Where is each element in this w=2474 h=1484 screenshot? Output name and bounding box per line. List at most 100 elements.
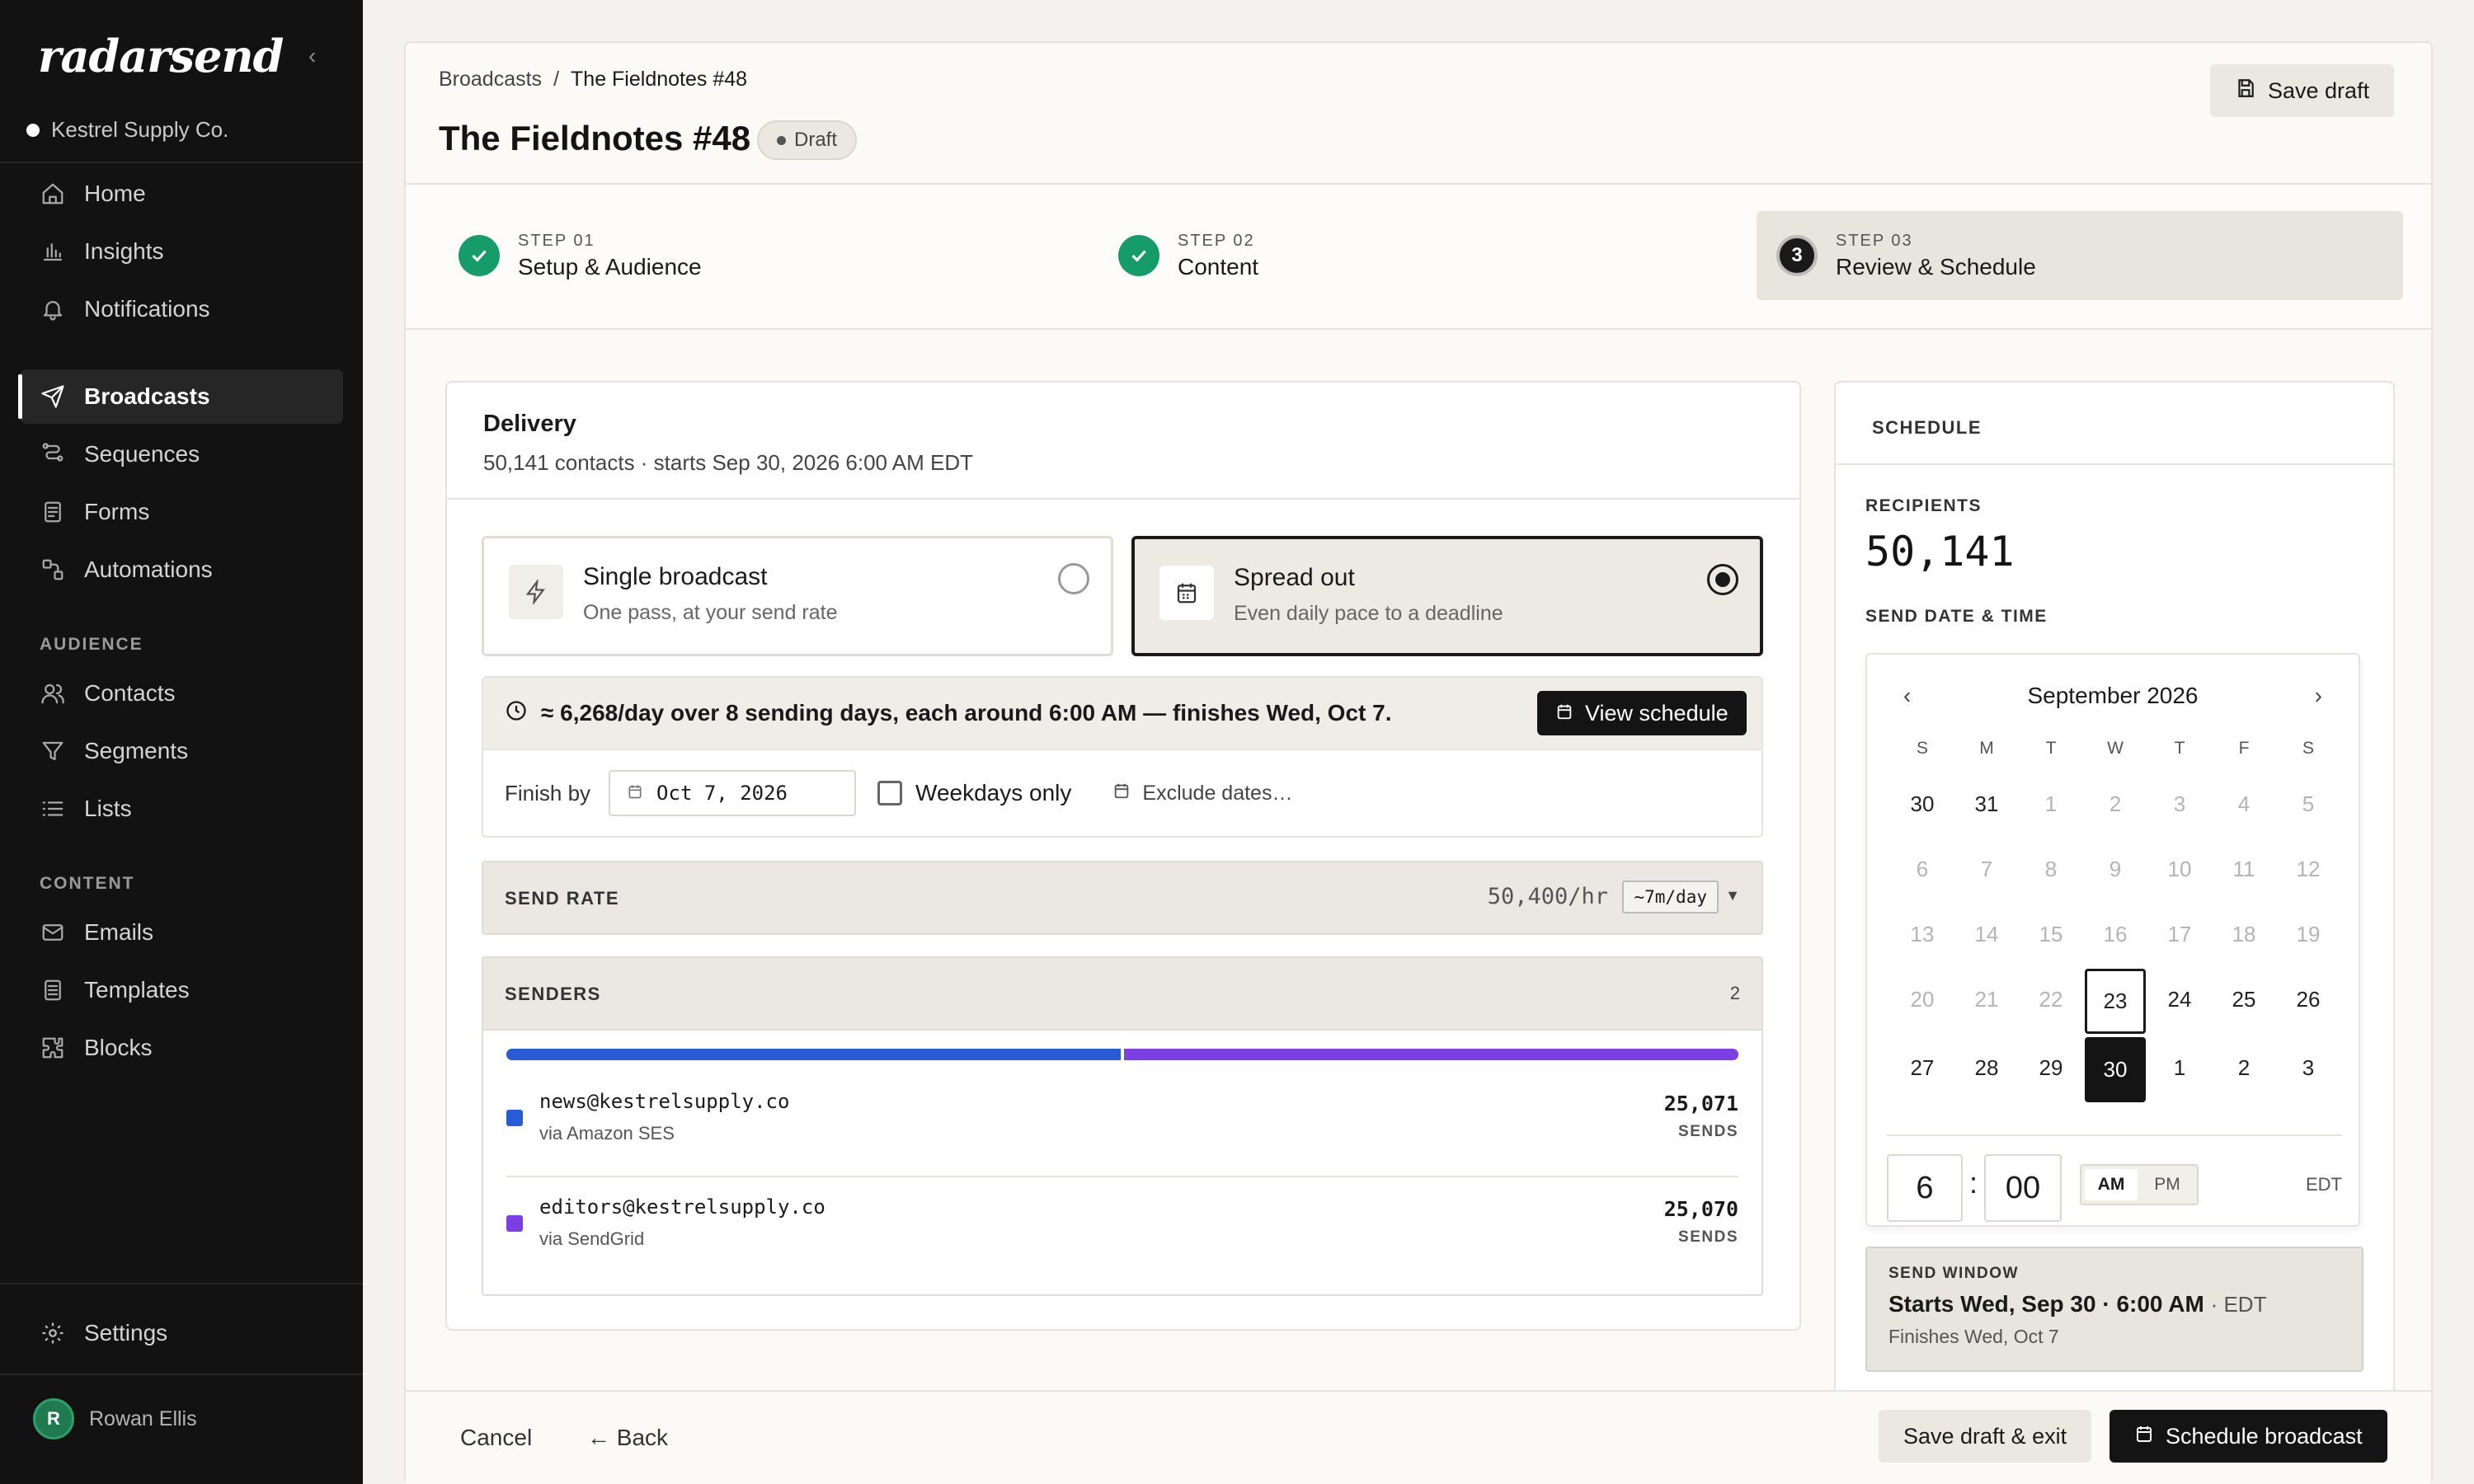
calendar-day[interactable]: 3 xyxy=(2276,1036,2340,1101)
exclude-dates-button[interactable]: Exclude dates… xyxy=(1112,782,1292,805)
back-button[interactable]: ← Back xyxy=(587,1425,668,1451)
spread-summary-text: ≈ 6,268/day over 8 sending days, each ar… xyxy=(541,700,1392,726)
weekday-header: S xyxy=(2302,739,2314,758)
breadcrumb-separator: / xyxy=(553,68,560,91)
sidebar-item-automations[interactable]: Automations xyxy=(20,542,343,597)
app-logo[interactable]: radarsend xyxy=(38,30,284,82)
sidebar-item-label: Templates xyxy=(84,977,190,1003)
send-window-end: Finishes Wed, Oct 7 xyxy=(1888,1326,2059,1347)
minute-input[interactable]: 00 xyxy=(1984,1154,2062,1222)
calendar-day[interactable]: 24 xyxy=(2147,967,2212,1032)
save-draft-button[interactable]: Save draft xyxy=(2210,64,2395,117)
calendar-day[interactable]: 27 xyxy=(1890,1036,1954,1101)
send-rate-row[interactable]: SEND RATE 50,400/hr ~7m/day ▼ xyxy=(482,861,1763,935)
spread-summary-box: ≈ 6,268/day over 8 sending days, each ar… xyxy=(482,676,1763,838)
sender-row: editors@kestrelsupply.co via SendGrid 25… xyxy=(506,1182,1738,1283)
sidebar-item-lists[interactable]: Lists xyxy=(20,782,343,836)
calendar-day: 22 xyxy=(2039,987,2063,1012)
status-badge: Draft xyxy=(757,120,858,160)
sender-color-swatch xyxy=(506,1110,523,1126)
weekdays-only-checkbox[interactable] xyxy=(877,781,903,805)
calendar-day[interactable]: 2 xyxy=(2212,1036,2276,1101)
step-review-schedule[interactable]: 3 STEP 03 Review & Schedule xyxy=(1757,211,2403,300)
calendar-day: 21 xyxy=(1974,987,1999,1012)
pm-option[interactable]: PM xyxy=(2141,1169,2194,1200)
breadcrumb-broadcasts[interactable]: Broadcasts xyxy=(439,68,542,92)
sidebar-item-label: Notifications xyxy=(84,296,210,322)
main-panel: Broadcasts / The Fieldnotes #48 The Fiel… xyxy=(404,41,2433,1484)
step-setup-audience[interactable]: STEP 01 Setup & Audience xyxy=(439,211,702,300)
chevron-right-icon[interactable]: › xyxy=(2315,683,2322,709)
form-icon xyxy=(40,499,66,525)
step-content[interactable]: STEP 02 Content xyxy=(1098,211,1258,300)
calendar-day-selected[interactable]: 30 xyxy=(2085,1037,2146,1102)
finish-by-date-input[interactable]: Oct 7, 2026 xyxy=(609,770,857,816)
sidebar-item-label: Forms xyxy=(84,499,150,524)
sidebar-item-templates[interactable]: Templates xyxy=(20,963,343,1017)
sidebar-item-forms[interactable]: Forms xyxy=(20,485,343,539)
calendar-day[interactable]: 28 xyxy=(1954,1036,2019,1101)
calendar-day[interactable]: 25 xyxy=(2212,967,2276,1032)
schedule-header: SCHEDULE xyxy=(1836,383,2393,465)
single-broadcast-option[interactable]: Single broadcast One pass, at your send … xyxy=(482,536,1113,656)
single-broadcast-radio[interactable] xyxy=(1058,563,1089,594)
send-window-label: SEND WINDOW xyxy=(1888,1265,2019,1282)
calendar-day: 1 xyxy=(2044,791,2058,816)
sidebar-item-home[interactable]: Home xyxy=(20,167,343,221)
sidebar-item-notifications[interactable]: Notifications xyxy=(20,282,343,336)
send-rate-label: SEND RATE xyxy=(505,888,619,909)
time-separator: : xyxy=(1969,1166,1978,1200)
view-schedule-button[interactable]: View schedule xyxy=(1537,691,1747,735)
bar-chart-icon xyxy=(40,238,66,265)
sidebar-item-emails[interactable]: Emails xyxy=(20,905,343,960)
sender-send-count: 25,070 xyxy=(1663,1197,1738,1221)
calendar-day[interactable]: 1 xyxy=(2147,1036,2212,1101)
spread-out-radio[interactable] xyxy=(1707,564,1738,595)
sidebar-item-label: Automations xyxy=(84,556,213,582)
am-option[interactable]: AM xyxy=(2085,1169,2138,1200)
workspace-switcher[interactable]: Kestrel Supply Co. xyxy=(26,117,228,143)
sidebar-divider xyxy=(0,1283,363,1284)
sidebar-item-segments[interactable]: Segments xyxy=(20,724,343,778)
sidebar-item-settings[interactable]: Settings xyxy=(20,1306,343,1360)
sender-send-unit: SENDS xyxy=(1678,1228,1738,1246)
sidebar-item-insights[interactable]: Insights xyxy=(20,224,343,279)
chevron-down-icon[interactable]: ▼ xyxy=(1725,887,1740,904)
user-menu[interactable]: R Rowan Ellis xyxy=(33,1398,197,1439)
hour-input[interactable]: 6 xyxy=(1887,1154,1963,1222)
content-section-label: CONTENT xyxy=(40,874,135,893)
sender-email: news@kestrelsupply.co xyxy=(539,1090,790,1113)
calendar-day[interactable]: 26 xyxy=(2276,967,2340,1032)
spread-out-option[interactable]: Spread out Even daily pace to a deadline xyxy=(1131,536,1763,656)
sender-split-segment xyxy=(506,1049,1121,1060)
weekday-header: M xyxy=(1979,739,1994,758)
save-draft-exit-button[interactable]: Save draft & exit xyxy=(1879,1410,2092,1463)
calendar-day[interactable]: 23 xyxy=(2085,969,2146,1034)
option-title: Single broadcast xyxy=(583,563,768,590)
senders-panel: SENDERS 2 news@kestrelsupply.co via Amaz… xyxy=(482,956,1763,1296)
delivery-title: Delivery xyxy=(483,411,576,437)
calendar-day: 8 xyxy=(2044,857,2058,881)
calendar-day: 11 xyxy=(2232,857,2255,881)
sidebar-item-sequences[interactable]: Sequences xyxy=(20,427,343,481)
cancel-button[interactable]: Cancel xyxy=(460,1425,532,1451)
calendar-day[interactable]: 30 xyxy=(1890,772,1954,837)
sidebar-item-broadcasts[interactable]: Broadcasts xyxy=(18,369,343,424)
send-window-timezone: · EDT xyxy=(2210,1292,2267,1317)
calendar-day[interactable]: 29 xyxy=(2019,1036,2083,1101)
weekdays-only-label[interactable]: Weekdays only xyxy=(915,780,1071,806)
step-number: STEP 03 xyxy=(1836,231,1913,250)
calendar-day[interactable]: 31 xyxy=(1954,772,2019,837)
senders-header: SENDERS 2 xyxy=(483,958,1761,1031)
calendar-day: 20 xyxy=(1910,987,1935,1012)
puzzle-icon xyxy=(40,1035,66,1061)
template-icon xyxy=(40,977,66,1003)
delivery-header: Delivery 50,141 contacts · starts Sep 30… xyxy=(447,383,1799,500)
calendar-day: 4 xyxy=(2237,791,2251,816)
sidebar-item-contacts[interactable]: Contacts xyxy=(20,666,343,721)
schedule-broadcast-button[interactable]: Schedule broadcast xyxy=(2109,1410,2387,1463)
weekday-header: T xyxy=(2174,739,2185,758)
calendar-day: 2 xyxy=(2109,791,2122,816)
sidebar-item-blocks[interactable]: Blocks xyxy=(20,1021,343,1075)
collapse-sidebar-icon[interactable]: ‹ xyxy=(308,43,316,69)
